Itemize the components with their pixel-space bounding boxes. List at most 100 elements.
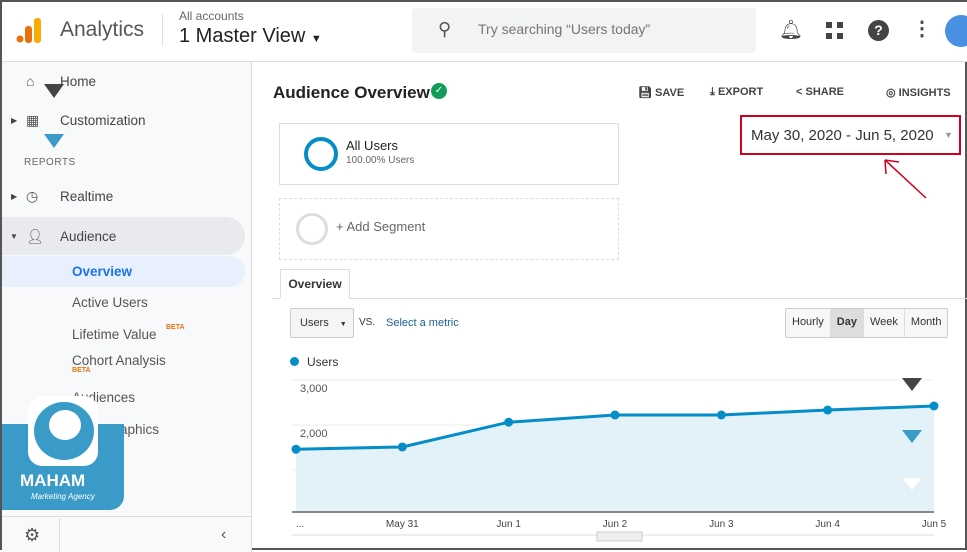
- page-title: Audience Overview: [273, 83, 430, 102]
- search-input[interactable]: [478, 21, 738, 37]
- sidebar-item-audience[interactable]: ▼ 👤︎ Audience: [2, 217, 245, 255]
- marker-triangle-icon: [44, 134, 64, 148]
- week-button[interactable]: Week: [862, 309, 904, 337]
- button-label: INSIGHTS: [898, 87, 951, 99]
- account-label: All accounts: [179, 9, 244, 23]
- segment-placeholder-icon: [296, 213, 328, 245]
- share-button[interactable]: < SHARE: [796, 86, 844, 98]
- sidebar-item-home[interactable]: ⌂ Home: [2, 62, 245, 100]
- app-name: Analytics: [60, 18, 145, 41]
- granularity-group: Hourly Day Week Month: [785, 308, 949, 338]
- caret-down-icon: ▼: [339, 321, 347, 328]
- date-range-picker[interactable]: May 30, 2020 - Jun 5, 2020 ▼: [740, 115, 961, 155]
- more-vert-icon[interactable]: ⋮: [912, 16, 932, 41]
- marker-triangle-icon: [44, 84, 64, 98]
- sidebar-label: Audience: [60, 228, 117, 244]
- x-tick-label: Jun 4: [815, 519, 840, 530]
- export-icon: ⤓: [710, 86, 715, 98]
- segment-all-users[interactable]: All Users 100.00% Users: [279, 123, 619, 185]
- segment-pct: 100.00% Users: [346, 155, 415, 166]
- month-button[interactable]: Month: [903, 309, 948, 337]
- save-icon: 💾︎: [638, 87, 652, 99]
- data-point: [929, 401, 939, 411]
- hourly-button[interactable]: Hourly: [786, 309, 830, 337]
- save-button[interactable]: 💾︎ SAVE: [638, 86, 684, 99]
- tab-overview[interactable]: Overview: [280, 269, 350, 299]
- sidebar-item-customization[interactable]: ▶ ▦ Customization: [2, 101, 245, 139]
- sidebar-label: Realtime: [60, 188, 114, 204]
- x-tick-label: Jun 2: [603, 519, 628, 530]
- share-icon: <: [796, 86, 803, 98]
- marker-triangle-icon: [902, 378, 922, 391]
- metric-dropdown[interactable]: Users ▼: [290, 308, 354, 338]
- red-arrow-annotation-icon: [884, 159, 927, 199]
- sidebar-sub-item[interactable]: Audiences: [72, 390, 135, 405]
- sidebar-item-realtime[interactable]: ▶ ◷ Realtime: [2, 177, 245, 215]
- insights-button[interactable]: ◎ INSIGHTS: [886, 86, 951, 99]
- search-box[interactable]: ⚲: [412, 8, 756, 53]
- day-button[interactable]: Day: [829, 309, 863, 337]
- data-point: [716, 410, 726, 420]
- y-tick-label: 3,000: [300, 383, 328, 395]
- sidebar-sub-item[interactable]: Cohort Analysis: [72, 353, 166, 368]
- data-point: [504, 417, 514, 427]
- reports-heading: REPORTS: [24, 157, 76, 168]
- segment-circle-icon: [304, 137, 338, 171]
- export-button[interactable]: ⤓ EXPORT: [710, 86, 763, 99]
- x-tick-label: May 31: [386, 519, 419, 530]
- data-point: [291, 444, 301, 454]
- metric-value: Users: [300, 317, 329, 329]
- data-point: [610, 410, 620, 420]
- legend-label: Users: [307, 355, 339, 369]
- insights-icon: ◎: [886, 87, 896, 99]
- users-line-chart: 3,0002,0001,000...May 31Jun 1Jun 2Jun 3J…: [291, 378, 947, 542]
- area-fill: [296, 406, 934, 512]
- view-name: 1 Master View: [179, 25, 306, 47]
- view-selector[interactable]: 1 Master View ▼: [179, 25, 322, 48]
- sidebar-sub-item[interactable]: Demographics: [72, 422, 159, 437]
- home-icon: ⌂: [26, 73, 35, 89]
- caret-down-icon: ▼: [310, 33, 322, 45]
- data-point: [823, 405, 833, 415]
- sidebar-sub-item[interactable]: Active Users: [72, 295, 148, 310]
- data-point: [397, 442, 407, 452]
- beta-badge: BETA: [166, 324, 185, 331]
- date-range-text: May 30, 2020 - Jun 5, 2020: [751, 127, 934, 144]
- segment-name: All Users: [346, 138, 399, 153]
- button-label: SAVE: [655, 87, 685, 99]
- sidebar-sub-item[interactable]: Lifetime Value: [72, 327, 157, 342]
- x-tick-label: Jun 3: [709, 519, 734, 530]
- sidebar-label: Home: [60, 73, 97, 89]
- legend-dot: [290, 357, 299, 366]
- collapse-sidebar-icon[interactable]: ‹: [221, 526, 226, 544]
- clock-icon: ◷: [26, 187, 39, 204]
- button-label: EXPORT: [717, 86, 764, 98]
- sidebar-label: Customization: [60, 112, 146, 128]
- analytics-logo-icon: [16, 18, 41, 43]
- avatar[interactable]: [945, 15, 967, 47]
- vs-label: VS.: [359, 317, 376, 328]
- bell-icon[interactable]: 🔔︎: [779, 18, 803, 42]
- apps-grid-icon[interactable]: [826, 22, 844, 40]
- dashboard-icon: ▦: [26, 111, 40, 128]
- beta-badge: BETA: [72, 367, 91, 374]
- top-bar: Analytics All accounts 1 Master View ▼ ⚲…: [2, 2, 967, 62]
- sidebar-sub-item[interactable]: Overview: [72, 264, 132, 279]
- add-segment-button[interactable]: + Add Segment: [279, 198, 619, 260]
- sidebar-sub-item[interactable]: Interests: [72, 454, 124, 469]
- settings-icon[interactable]: ⚙: [24, 525, 40, 546]
- button-label: SHARE: [805, 86, 845, 98]
- y-tick-label: 2,000: [300, 428, 328, 440]
- expand-chart-handle: [596, 531, 643, 542]
- help-icon[interactable]: ?: [868, 20, 889, 41]
- x-tick-label: ...: [296, 519, 304, 530]
- caret-down-icon: ▼: [944, 130, 953, 140]
- sidebar: ⌂ Home ▶ ▦ Customization REPORTS ▶ ◷ Realtime…: [2, 62, 252, 552]
- x-tick-label: Jun 1: [496, 519, 521, 530]
- person-icon: 👤︎: [26, 227, 44, 244]
- x-tick-label: Jun 5: [922, 519, 947, 530]
- select-metric-link[interactable]: Select a metric: [386, 317, 459, 329]
- add-segment-label: + Add Segment: [336, 219, 426, 234]
- search-icon: ⚲: [438, 19, 452, 39]
- verified-check-icon: ✓: [431, 83, 447, 99]
